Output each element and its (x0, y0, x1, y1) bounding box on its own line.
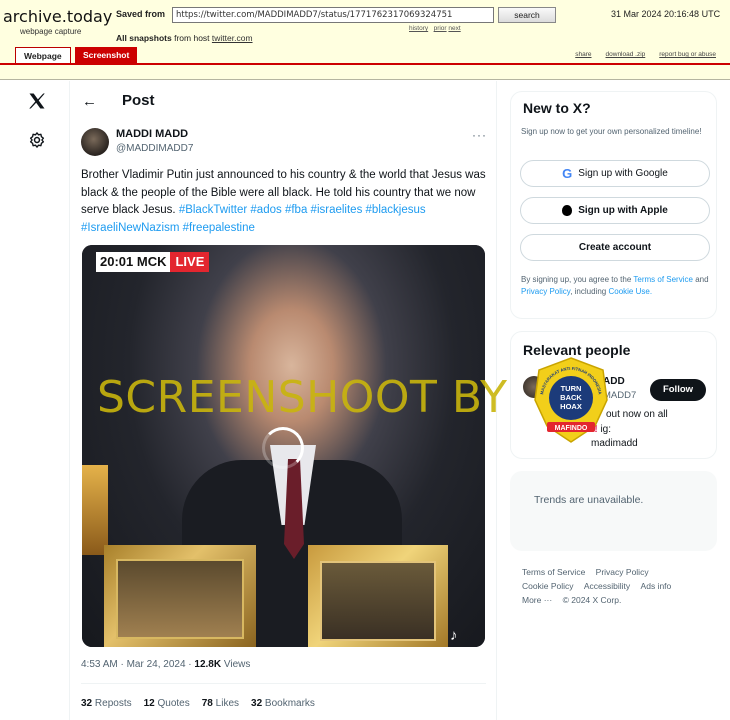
badge-banner-text: MAFINDO (555, 425, 588, 432)
tiktok-icon: ♪ (450, 627, 458, 644)
author-avatar[interactable] (81, 128, 109, 156)
hashtag-link[interactable]: #IsraeliNewNazism (81, 222, 179, 234)
archive-actions: share download .zip report bug or abuse (575, 51, 716, 58)
divider (81, 683, 486, 684)
footer-link[interactable]: More ··· (522, 593, 552, 607)
badge-text-back: BACK (560, 393, 582, 402)
tv-badge: 20:01 MCK LIVE (96, 252, 210, 272)
x-logo-icon[interactable] (27, 91, 47, 111)
hashtag-link[interactable]: #blackjesus (366, 204, 426, 216)
follow-button[interactable]: Follow (650, 379, 706, 401)
share-link[interactable]: share (575, 51, 591, 58)
privacy-link[interactable]: Privacy Policy (521, 287, 570, 296)
footer-links: Terms of Service Privacy Policy Cookie P… (522, 565, 712, 607)
tv-time: 20:01 MCK (96, 252, 171, 272)
reposts-stat[interactable]: 32 Reposts (81, 698, 132, 709)
apple-signup-button[interactable]: Sign up with Apple (520, 197, 710, 224)
search-button[interactable]: search (498, 7, 556, 23)
prior-link[interactable]: prior (434, 25, 447, 32)
report-link[interactable]: report bug or abuse (659, 51, 716, 58)
hashtag-link[interactable]: #BlackTwitter (179, 204, 247, 216)
loading-spinner-icon (262, 427, 304, 469)
url-input[interactable]: https://twitter.com/MADDIMADD7/status/17… (172, 7, 494, 23)
video-icon-left (104, 545, 256, 647)
video-player[interactable]: 20:01 MCK LIVE ♪ (82, 245, 485, 647)
likes-stat[interactable]: 78 Likes (202, 698, 239, 709)
next-link[interactable]: next (448, 25, 460, 32)
mafindo-turnbackhoax-logo: TURN BACK HOAX MASYARAKAT ANTI FITNAH IN… (534, 357, 608, 443)
signup-legal-text: By signing up, you agree to the Terms of… (521, 275, 709, 296)
hashtag-link[interactable]: #freepalestine (183, 222, 255, 234)
footer-link[interactable]: Accessibility (584, 579, 630, 593)
watermark-text: SCREENSHOOT BY (97, 372, 508, 423)
host-link[interactable]: twitter.com (212, 33, 253, 43)
footer-link[interactable]: Terms of Service (522, 565, 585, 579)
post-stats: 32 Reposts 12 Quotes 78 Likes 32 Bookmar… (81, 698, 315, 709)
google-signup-button[interactable]: G Sign up with Google (520, 160, 710, 187)
hashtag-link[interactable]: #israelites (311, 204, 363, 216)
badge-text-hoax: HOAX (560, 402, 582, 411)
trends-message: Trends are unavailable. (534, 494, 644, 506)
saved-from-label: Saved from (116, 9, 166, 19)
bookmarks-stat[interactable]: 32 Bookmarks (251, 698, 315, 709)
cookie-link[interactable]: Cookie Use. (608, 287, 652, 296)
video-candle (82, 465, 108, 555)
hashtag-link[interactable]: #ados (250, 204, 281, 216)
author-name[interactable]: MADDI MADD (116, 128, 188, 140)
relevant-bio-line: out now on all (606, 409, 668, 420)
download-link[interactable]: download .zip (606, 51, 646, 58)
archive-subtitle: webpage capture (20, 27, 82, 36)
tab-screenshot[interactable]: Screenshot (75, 47, 138, 64)
footer-link[interactable]: Ads info (641, 579, 672, 593)
new-to-x-title: New to X? (523, 100, 591, 116)
views-count: 12.8K (194, 659, 222, 670)
new-to-x-description: Sign up now to get your own personalized… (521, 127, 702, 136)
from-host-label: from host (174, 33, 210, 43)
footer-copyright: © 2024 X Corp. (562, 595, 622, 605)
author-handle[interactable]: @MADDIMADD7 (116, 143, 193, 154)
settings-gear-icon[interactable] (28, 131, 46, 149)
tab-webpage[interactable]: Webpage (15, 47, 71, 64)
tweet-text: Brother Vladimir Putin just announced to… (81, 167, 486, 237)
new-to-x-card: New to X? Sign up now to get your own pe… (510, 91, 717, 319)
terms-link[interactable]: Terms of Service (633, 275, 693, 284)
video-icon-right (308, 545, 448, 647)
archive-logo[interactable]: archive.today (3, 7, 112, 26)
back-arrow-icon[interactable]: ← (82, 93, 97, 110)
more-options-icon[interactable]: ··· (472, 128, 487, 142)
trends-card: Trends are unavailable. (510, 471, 717, 551)
tab-underline (0, 63, 730, 65)
footer-link[interactable]: Cookie Policy (522, 579, 574, 593)
page-title: Post (122, 92, 155, 109)
archive-header: archive.today webpage capture Saved from… (0, 0, 730, 80)
post-meta: 4:53 AM · Mar 24, 2024 · 12.8K Views (81, 659, 251, 670)
tv-live: LIVE (170, 252, 210, 272)
capture-datetime: 31 Mar 2024 20:16:48 UTC (611, 9, 721, 19)
all-snapshots: All snapshots from host twitter.com (116, 33, 253, 43)
views-label: Views (223, 659, 251, 670)
history-nav: history prior next (409, 25, 461, 32)
apple-icon (562, 205, 573, 216)
create-account-button[interactable]: Create account (520, 234, 710, 261)
badge-text-turn: TURN (561, 384, 582, 393)
post-timestamp[interactable]: 4:53 AM · Mar 24, 2024 (81, 659, 186, 670)
quotes-stat[interactable]: 12 Quotes (144, 698, 190, 709)
history-link[interactable]: history (409, 25, 428, 32)
all-snapshots-label[interactable]: All snapshots (116, 33, 172, 43)
footer-link[interactable]: Privacy Policy (596, 565, 649, 579)
hashtag-link[interactable]: #fba (285, 204, 307, 216)
google-icon: G (562, 166, 573, 181)
